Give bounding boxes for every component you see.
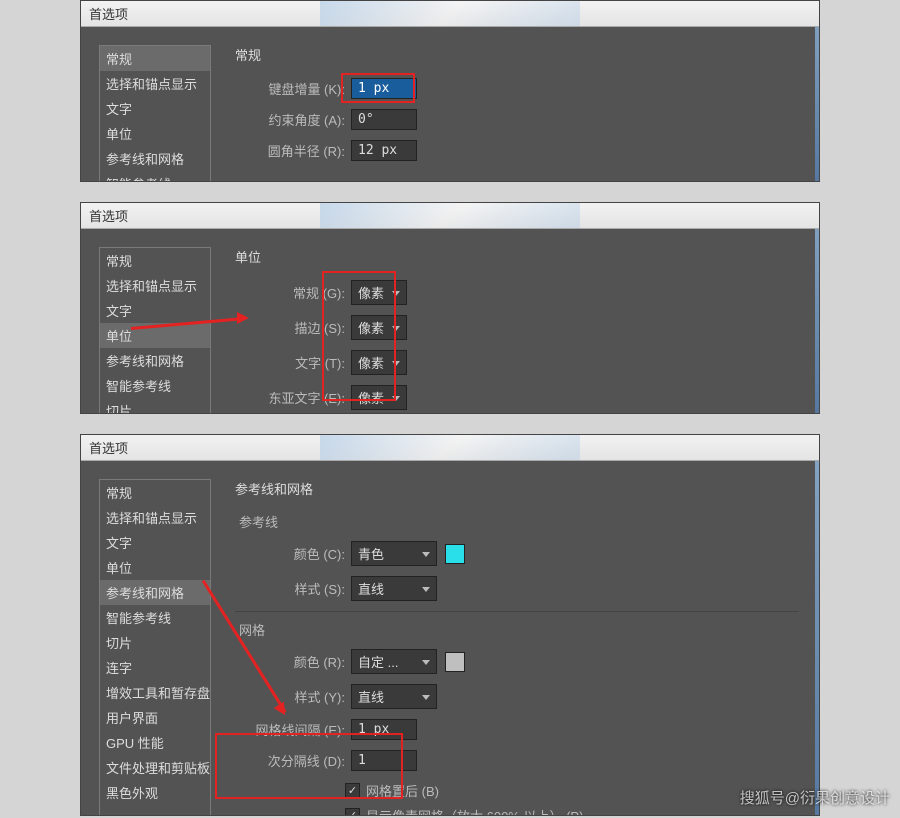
grid-style-label: 样式 (Y): [235,687,345,706]
sidebar-item-type[interactable]: 文字 [100,96,210,121]
general-units-select[interactable]: 像素 [351,280,407,305]
content-general: 常规 键盘增量 (K): 约束角度 (A): 圆角半径 (R): [211,45,819,182]
grid-spacing-label: 网格线间隔 (E): [235,720,345,739]
guide-color-swatch[interactable] [445,544,465,564]
sidebar-item-slices[interactable]: 切片 [100,398,210,414]
asian-units-select[interactable]: 像素 [351,385,407,410]
sidebar-item-units[interactable]: 单位 [100,555,210,580]
prefs-panel-units: 首选项 常规 选择和锚点显示 文字 单位 参考线和网格 智能参考线 切片 连字 … [80,202,820,414]
sidebar-item-select[interactable]: 选择和锚点显示 [100,71,210,96]
guide-color-label: 颜色 (C): [235,544,345,563]
content-guides: 参考线和网格 参考线 颜色 (C): 青色 样式 (S): 直线 网格 [211,479,819,816]
window-title: 首选项 [81,203,819,229]
sidebar: 常规 选择和锚点显示 文字 单位 参考线和网格 智能参考线 切片 连字 [99,247,211,414]
sidebar-item-gpu[interactable]: GPU 性能 [100,730,210,755]
sidebar-item-units[interactable]: 单位 [100,323,210,348]
sidebar-item-guides[interactable]: 参考线和网格 [100,580,210,605]
guides-group-title: 参考线 [239,512,799,531]
guide-style-label: 样式 (S): [235,579,345,598]
sidebar-item-black[interactable]: 黑色外观 [100,780,210,805]
corner-radius-input[interactable] [351,140,417,161]
asian-units-label: 东亚文字 (E): [235,388,345,407]
corner-radius-label: 圆角半径 (R): [235,141,345,160]
grid-behind-checkbox[interactable]: ✓网格置后 (B) [345,781,799,800]
window-title: 首选项 [81,435,819,461]
constrain-angle-input[interactable] [351,109,417,130]
guide-style-select[interactable]: 直线 [351,576,437,601]
type-units-label: 文字 (T): [235,353,345,372]
sidebar-item-guides[interactable]: 参考线和网格 [100,146,210,171]
grid-subdiv-input[interactable] [351,750,417,771]
stroke-units-label: 描边 (S): [235,318,345,337]
guide-color-select[interactable]: 青色 [351,541,437,566]
sidebar-item-select[interactable]: 选择和锚点显示 [100,505,210,530]
sidebar-item-plugins[interactable]: 增效工具和暂存盘 [100,680,210,705]
content-units: 单位 常规 (G): 像素 描边 (S): 像素 文字 (T): 像素 东亚文字… [211,247,819,414]
sidebar-item-type[interactable]: 文字 [100,530,210,555]
type-units-select[interactable]: 像素 [351,350,407,375]
sidebar-item-general[interactable]: 常规 [100,46,210,71]
grid-group-title: 网格 [239,620,799,639]
section-title: 常规 [235,45,799,64]
arrow-head-icon [237,312,249,324]
sidebar-item-type[interactable]: 文字 [100,298,210,323]
sidebar-item-units[interactable]: 单位 [100,121,210,146]
grid-style-select[interactable]: 直线 [351,684,437,709]
sidebar-item-smart[interactable]: 智能参考线 [100,605,210,630]
grid-color-swatch[interactable] [445,652,465,672]
sidebar-item-slices[interactable]: 切片 [100,630,210,655]
grid-color-select[interactable]: 自定 ... [351,649,437,674]
sidebar-item-hyphen[interactable]: 连字 [100,655,210,680]
stroke-units-select[interactable]: 像素 [351,315,407,340]
sidebar: 常规 选择和锚点显示 文字 单位 参考线和网格 智能参考线 切片 连字 增效工具… [99,479,211,816]
sidebar: 常规 选择和锚点显示 文字 单位 参考线和网格 智能参考线 [99,45,211,182]
sidebar-item-general[interactable]: 常规 [100,248,210,273]
grid-subdiv-label: 次分隔线 (D): [235,751,345,770]
general-units-label: 常规 (G): [235,283,345,302]
section-title: 参考线和网格 [235,479,799,498]
pixel-grid-checkbox[interactable]: ✓显示像素网格（放大 600% 以上） (P) [345,806,799,816]
watermark: 搜狐号@衍果创意设计 [740,787,890,808]
prefs-panel-general: 首选项 常规 选择和锚点显示 文字 单位 参考线和网格 智能参考线 常规 键盘增… [80,0,820,182]
sidebar-item-general[interactable]: 常规 [100,480,210,505]
keyboard-increment-label: 键盘增量 (K): [235,79,345,98]
grid-color-label: 颜色 (R): [235,652,345,671]
grid-spacing-input[interactable] [351,719,417,740]
sidebar-item-select[interactable]: 选择和锚点显示 [100,273,210,298]
sidebar-item-smart[interactable]: 智能参考线 [100,171,210,182]
constrain-angle-label: 约束角度 (A): [235,110,345,129]
sidebar-item-smart[interactable]: 智能参考线 [100,373,210,398]
window-title: 首选项 [81,1,819,27]
sidebar-item-clipboard[interactable]: 文件处理和剪贴板 [100,755,210,780]
prefs-panel-guides: 首选项 常规 选择和锚点显示 文字 单位 参考线和网格 智能参考线 切片 连字 … [80,434,820,816]
sidebar-item-ui[interactable]: 用户界面 [100,705,210,730]
keyboard-increment-input[interactable] [351,78,417,99]
sidebar-item-guides[interactable]: 参考线和网格 [100,348,210,373]
section-title: 单位 [235,247,799,266]
